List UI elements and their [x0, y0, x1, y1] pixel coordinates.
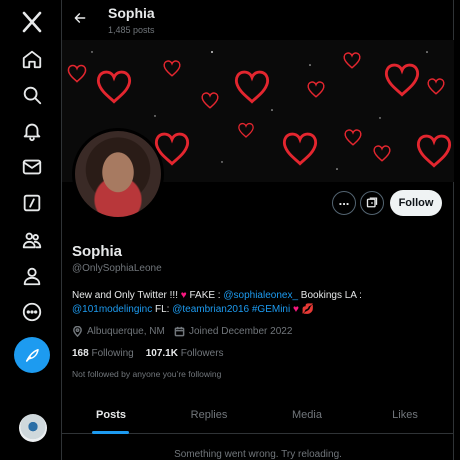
- follow-button[interactable]: Follow: [390, 190, 442, 216]
- tab-media[interactable]: Media: [258, 396, 356, 434]
- heart-kiss-emoji-icon: ♥ 💋: [290, 304, 315, 315]
- notifications-icon[interactable]: [19, 118, 45, 144]
- account-avatar[interactable]: [19, 414, 47, 442]
- compose-post-button[interactable]: [14, 337, 50, 373]
- profile-handle: @OnlySophiaLeone: [72, 263, 162, 274]
- followers-link[interactable]: 107.1K Followers: [146, 348, 224, 359]
- bio-mention-link[interactable]: @sophialeonex_: [223, 290, 298, 301]
- location-pin-icon: [73, 326, 82, 337]
- bell-plus-icon: [366, 197, 378, 208]
- bio-mention-link[interactable]: @101modelinginc: [72, 304, 152, 315]
- error-message: Something went wrong. Try reloading.: [174, 449, 342, 460]
- follow-stats: 168 Following 107.1K Followers: [72, 348, 224, 359]
- profile-icon[interactable]: [19, 263, 45, 289]
- explore-icon[interactable]: [19, 82, 45, 108]
- ellipsis-icon: ...: [338, 192, 350, 208]
- bio-hashtag-link[interactable]: #GEMini: [252, 304, 290, 315]
- not-followed-notice: Not followed by anyone you’re following: [72, 369, 222, 379]
- bio-text: FL:: [152, 304, 173, 315]
- header-post-count: 1,485 posts: [108, 25, 155, 35]
- profile-tabs: Posts Replies Media Likes: [62, 396, 454, 434]
- location-text: Albuquerque, NM: [87, 326, 165, 337]
- profile-location: Albuquerque, NM: [72, 325, 165, 338]
- profile-name: Sophia: [72, 243, 123, 260]
- followers-count: 107.1K: [145, 348, 178, 359]
- profile-column: Sophia 1,485 posts ... Follow Sophia @On…: [62, 0, 454, 460]
- more-options-button[interactable]: ...: [332, 191, 356, 215]
- grok-icon[interactable]: [19, 190, 45, 216]
- tab-replies[interactable]: Replies: [160, 396, 258, 434]
- following-label: Following: [91, 348, 134, 359]
- profile-bio: New and Only Twitter !!! ♥ FAKE : @sophi…: [72, 289, 392, 317]
- tab-posts[interactable]: Posts: [62, 396, 160, 434]
- profile-joined: Joined December 2022: [174, 325, 292, 338]
- bio-text: Bookings LA :: [298, 290, 362, 301]
- communities-icon[interactable]: [19, 227, 45, 253]
- bio-text: New and Only Twitter !!!: [72, 290, 181, 301]
- profile-avatar[interactable]: [72, 128, 164, 220]
- profile-header-bar: Sophia 1,485 posts: [62, 0, 454, 40]
- back-button[interactable]: [70, 8, 90, 28]
- nav-rail: [0, 0, 62, 460]
- following-link[interactable]: 168 Following: [72, 348, 134, 359]
- subscribe-notifications-button[interactable]: [360, 191, 384, 215]
- home-icon[interactable]: [19, 46, 45, 72]
- tab-likes[interactable]: Likes: [356, 396, 454, 434]
- arrow-left-icon: [74, 13, 86, 23]
- feather-icon: [26, 349, 39, 362]
- x-logo-icon[interactable]: [19, 9, 45, 35]
- calendar-icon: [174, 326, 185, 337]
- more-icon[interactable]: [19, 299, 45, 325]
- followers-label: Followers: [180, 348, 224, 359]
- bio-text: FAKE :: [186, 290, 224, 301]
- messages-icon[interactable]: [19, 154, 45, 180]
- following-count: 168: [72, 348, 89, 359]
- joined-text: Joined December 2022: [189, 326, 293, 337]
- header-title: Sophia: [108, 5, 155, 21]
- bio-mention-link[interactable]: @teambrian2016: [172, 304, 249, 315]
